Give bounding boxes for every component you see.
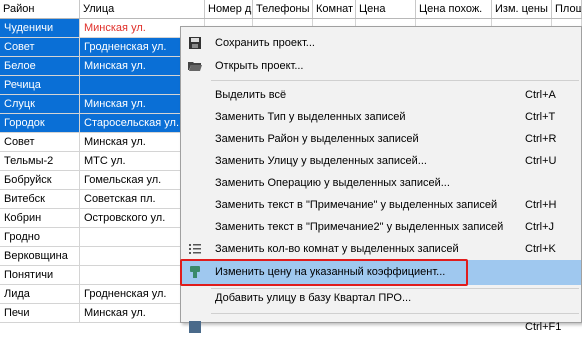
menu-item-replace-district[interactable]: Заменить Район у выделенных записей Ctrl…	[181, 128, 581, 150]
cell-district[interactable]: Печи	[0, 304, 80, 323]
cell-district[interactable]: Чуденичи	[0, 19, 80, 38]
col-header-similar-price[interactable]: Цена похож.	[416, 0, 492, 18]
cell-district[interactable]: Гродно	[0, 228, 80, 247]
cell-district[interactable]: Лида	[0, 285, 80, 304]
col-header-phones[interactable]: Телефоны	[253, 0, 313, 18]
open-folder-icon	[187, 58, 203, 74]
menu-item-replace-operation[interactable]: Заменить Операцию у выделенных записей..…	[181, 172, 581, 194]
cell-district[interactable]: Понятичи	[0, 266, 80, 285]
cell-district[interactable]: Бобруйск	[0, 171, 80, 190]
menu-item-add-street[interactable]: Добавить улицу в базу Квартал ПРО...	[181, 287, 581, 309]
cell-district[interactable]: Речица	[0, 76, 80, 95]
cell-district[interactable]: Городок	[0, 114, 80, 133]
menu-item-replace-note[interactable]: Заменить текст в "Примечание" у выделенн…	[181, 194, 581, 216]
menu-item-partial[interactable]: Ctrl+F1	[181, 316, 581, 338]
cell-district[interactable]: Витебск	[0, 190, 80, 209]
grid-header: Район Улица Номер д Телефоны Комнат Цена…	[0, 0, 582, 19]
cell-district[interactable]: Тельмы-2	[0, 152, 80, 171]
menu-item-replace-street[interactable]: Заменить Улицу у выделенных записей... C…	[181, 150, 581, 172]
cell-district[interactable]: Белое	[0, 57, 80, 76]
partial-icon	[187, 319, 203, 335]
cell-district[interactable]: Верковщина	[0, 247, 80, 266]
col-header-price-change[interactable]: Изм. цены	[492, 0, 552, 18]
menu-item-open-project[interactable]: Открыть проект...	[181, 55, 581, 77]
col-header-price[interactable]: Цена	[356, 0, 416, 18]
cell-district[interactable]: Совет	[0, 133, 80, 152]
menu-item-replace-note2[interactable]: Заменить текст в "Примечание2" у выделен…	[181, 216, 581, 238]
menu-item-save-project[interactable]: Сохранить проект...	[181, 32, 581, 54]
cell-district[interactable]: Слуцк	[0, 95, 80, 114]
menu-item-replace-type[interactable]: Заменить Тип у выделенных записей Ctrl+T	[181, 106, 581, 128]
col-header-house[interactable]: Номер д	[205, 0, 253, 18]
col-header-district[interactable]: Район	[0, 0, 80, 18]
highlight-callout	[180, 259, 468, 286]
menu-item-select-all[interactable]: Выделить всё Ctrl+A	[181, 84, 581, 106]
col-header-rooms[interactable]: Комнат	[313, 0, 356, 18]
save-icon	[187, 35, 203, 51]
col-header-area[interactable]: Площ	[552, 0, 582, 18]
list-icon	[187, 241, 203, 257]
menu-item-replace-rooms[interactable]: Заменить кол-во комнат у выделенных запи…	[181, 238, 581, 260]
cell-district[interactable]: Совет	[0, 38, 80, 57]
menu-separator	[211, 80, 579, 81]
menu-separator	[211, 313, 579, 314]
col-header-street[interactable]: Улица	[80, 0, 205, 18]
cell-district[interactable]: Кобрин	[0, 209, 80, 228]
